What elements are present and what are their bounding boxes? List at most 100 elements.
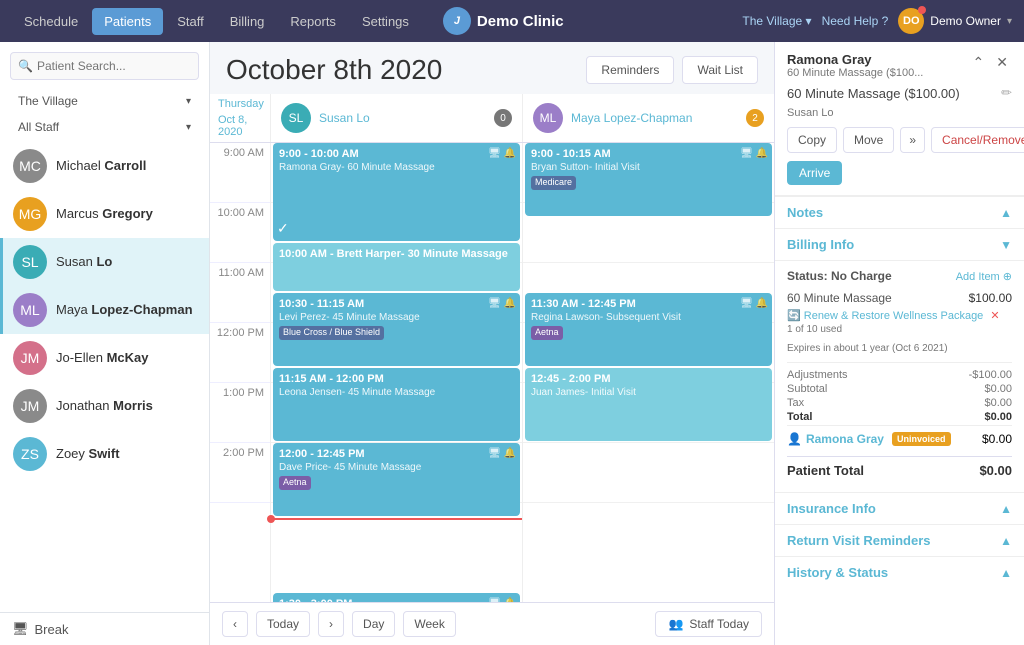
patient-search-input[interactable] <box>10 52 199 80</box>
history-section-header[interactable]: History & Status ▲ <box>775 556 1024 588</box>
more-button[interactable]: » <box>900 127 925 153</box>
billing-section-content: Status: No Charge Add Item ⊕ 60 Minute M… <box>775 260 1024 492</box>
appt-col-maya: 🖥 🔔 9:00 - 10:15 AM Bryan Sutton- Initia… <box>522 143 774 602</box>
nav-right: The Village ▾ Need Help ? DO Demo Owner … <box>742 8 1012 34</box>
staff-item-marcus-gregory[interactable]: MG Marcus Gregory <box>0 190 209 238</box>
col-header-susan-lo[interactable]: SL Susan Lo 0 <box>270 94 522 142</box>
patient-link[interactable]: 👤 Ramona Gray Uninvoiced <box>787 432 951 446</box>
chevron-up-icon: ▲ <box>1000 206 1012 220</box>
owner-area[interactable]: DO Demo Owner ▾ <box>898 8 1012 34</box>
appt-juan-james[interactable]: 12:45 - 2:00 PM Juan James- Initial Visi… <box>525 368 772 441</box>
package-expires: Expires in about 1 year (Oct 6 2021) <box>787 343 1012 354</box>
time-slot-11am: 11:00 AM <box>210 263 270 323</box>
appt-marlene-ryan[interactable]: 🖥 🔔 1:30 - 3:00 PM Marlene Ryan- 90 Minu… <box>273 593 520 602</box>
appt-icons: 🖥 🔔 <box>488 297 516 310</box>
avatar: JM <box>13 341 47 375</box>
patient-grand-total-row: Patient Total $0.00 <box>787 456 1012 484</box>
appt-regina-lawson[interactable]: 🖥 🔔 11:30 AM - 12:45 PM Regina Lawson- S… <box>525 293 772 366</box>
reminders-button[interactable]: Reminders <box>586 56 674 84</box>
appt-leona-jensen[interactable]: 11:15 AM - 12:00 PM Leona Jensen- 45 Min… <box>273 368 520 441</box>
staff-list: MC Michael Carroll MG Marcus Gregory SL … <box>0 142 209 612</box>
staff-today-button[interactable]: 👥 Staff Today <box>655 611 762 637</box>
staff-filter[interactable]: All Staff ▾ <box>10 116 199 138</box>
appt-brett-harper[interactable]: 10:00 AM - Brett Harper- 30 Minute Massa… <box>273 243 520 291</box>
add-item-link[interactable]: Add Item ⊕ <box>956 270 1012 283</box>
appt-dave-price[interactable]: 🖥 🔔 12:00 - 12:45 PM Dave Price- 45 Minu… <box>273 443 520 516</box>
billing-status-row: Status: No Charge Add Item ⊕ <box>787 269 1012 283</box>
nav-tab-billing[interactable]: Billing <box>218 8 277 35</box>
insurance-section-header[interactable]: Insurance Info ▲ <box>775 492 1024 524</box>
calendar-area: October 8th 2020 Reminders Wait List Thu… <box>210 42 774 645</box>
village-filter[interactable]: The Village ▾ <box>10 90 199 112</box>
break-button[interactable]: 🖥 Break <box>0 612 209 645</box>
week-button[interactable]: Week <box>403 611 455 637</box>
subtotal-row: Subtotal $0.00 <box>787 383 1012 395</box>
package-row[interactable]: 🔄 Renew & Restore Wellness Package ✕ <box>787 309 1012 322</box>
appt-icons: 🖥 🔔 <box>488 447 516 460</box>
cancel-remove-button[interactable]: Cancel/Remove <box>931 127 1024 153</box>
staff-name: Susan Lo <box>56 254 112 271</box>
staff-item-susan-lo[interactable]: SL Susan Lo <box>0 238 209 286</box>
calendar-grid: 9:00 AM 10:00 AM 11:00 AM 12:00 PM 1:00 … <box>210 143 774 602</box>
staff-item-joellen-mckay[interactable]: JM Jo-Ellen McKay <box>0 334 209 382</box>
col-avatar-susan-lo: SL <box>281 103 311 133</box>
copy-button[interactable]: Copy <box>787 127 837 153</box>
avatar: ZS <box>13 437 47 471</box>
prev-button[interactable]: ‹ <box>222 611 248 637</box>
avatar: MG <box>13 197 47 231</box>
staff-item-maya-lopez-chapman[interactable]: ML Maya Lopez-Chapman <box>0 286 209 334</box>
people-icon: 👥 <box>668 617 683 631</box>
insurance-badge: Medicare <box>531 176 576 190</box>
notes-section-header[interactable]: Notes ▲ <box>775 196 1024 228</box>
staff-cols-header: Thursday Oct 8, 2020 SL Susan Lo 0 ML Ma… <box>210 94 774 143</box>
calendar-actions: Reminders Wait List <box>586 56 758 84</box>
return-visits-section-header[interactable]: Return Visit Reminders ▲ <box>775 524 1024 556</box>
close-button[interactable]: ✕ <box>992 52 1012 73</box>
day-button[interactable]: Day <box>352 611 395 637</box>
staff-item-michael-carroll[interactable]: MC Michael Carroll <box>0 142 209 190</box>
top-nav: Schedule Patients Staff Billing Reports … <box>0 0 1024 42</box>
calendar-bottom-nav: ‹ Today › Day Week 👥 Staff Today <box>210 602 774 645</box>
clinic-name: Demo Clinic <box>477 13 564 30</box>
rp-appt-type-short: 60 Minute Massage ($100... <box>787 67 923 79</box>
jane-logo-icon: J <box>443 7 471 35</box>
nav-tab-reports[interactable]: Reports <box>278 8 348 35</box>
staff-item-zoey-swift[interactable]: ZS Zoey Swift <box>0 430 209 478</box>
break-icon: 🖥 <box>12 621 29 637</box>
billing-info-section-header[interactable]: Billing Info ▼ <box>775 228 1024 260</box>
waitlist-button[interactable]: Wait List <box>682 56 758 84</box>
appt-bryan-sutton[interactable]: 🖥 🔔 9:00 - 10:15 AM Bryan Sutton- Initia… <box>525 143 772 216</box>
nav-tab-staff[interactable]: Staff <box>165 8 216 35</box>
nav-tab-settings[interactable]: Settings <box>350 8 421 35</box>
nav-tab-patients[interactable]: Patients <box>92 8 163 35</box>
edit-appt-button[interactable]: ✏ <box>1001 85 1012 101</box>
notes-title: Notes <box>787 205 823 220</box>
sidebar-filters: The Village ▾ All Staff ▾ <box>0 86 209 142</box>
nav-tab-schedule[interactable]: Schedule <box>12 8 90 35</box>
uninvoiced-badge: Uninvoiced <box>892 432 951 446</box>
staff-item-jonathan-morris[interactable]: JM Jonathan Morris <box>0 382 209 430</box>
collapse-button[interactable]: ⌃ <box>969 52 989 73</box>
chevron-up-icon: ▲ <box>1000 502 1012 516</box>
appt-levi-perez[interactable]: 🖥 🔔 10:30 - 11:15 AM Levi Perez- 45 Minu… <box>273 293 520 366</box>
appt-ramona-gray[interactable]: 🖥 🔔 9:00 - 10:00 AM Ramona Gray- 60 Minu… <box>273 143 520 241</box>
staff-name: Marcus Gregory <box>56 206 153 223</box>
arrive-button[interactable]: Arrive <box>787 161 842 185</box>
appt-icons: 🖥 🔔 <box>740 147 768 160</box>
avatar: JM <box>13 389 47 423</box>
sidebar-search-area: 🔍 <box>0 42 209 86</box>
staff-name: Maya Lopez-Chapman <box>56 302 193 319</box>
remove-package-icon: ✕ <box>990 310 999 322</box>
today-button[interactable]: Today <box>256 611 310 637</box>
rp-appt-full-info: 60 Minute Massage ($100.00) ✏ <box>787 85 1012 101</box>
billing-info-title: Billing Info <box>787 237 854 252</box>
village-link[interactable]: The Village ▾ <box>742 14 811 28</box>
rp-provider-name: Susan Lo <box>787 107 1012 119</box>
move-button[interactable]: Move <box>843 127 894 153</box>
col-header-maya-lopez[interactable]: ML Maya Lopez-Chapman 2 <box>522 94 774 142</box>
appt-col-susan-lo: 🖥 🔔 9:00 - 10:00 AM Ramona Gray- 60 Minu… <box>270 143 522 602</box>
avatar: MC <box>13 149 47 183</box>
next-button[interactable]: › <box>318 611 344 637</box>
help-link[interactable]: Need Help ? <box>822 14 889 28</box>
checkmark-icon: ✓ <box>277 219 289 237</box>
